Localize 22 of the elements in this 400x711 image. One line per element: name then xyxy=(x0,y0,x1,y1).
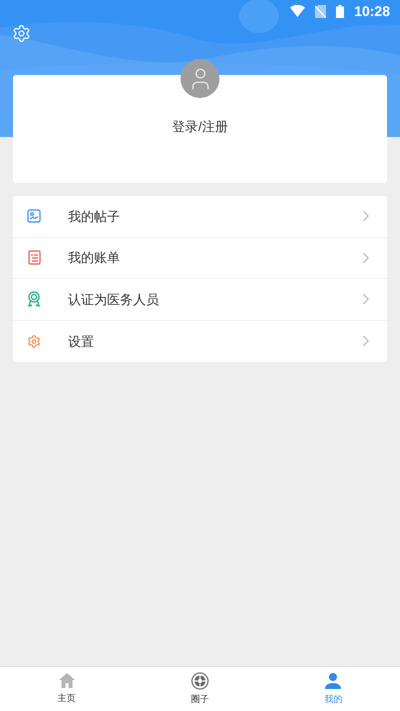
tab-item[interactable]: 主页 xyxy=(0,667,134,711)
document-icon xyxy=(28,250,40,266)
tab-item[interactable]: 圈子 xyxy=(133,667,267,711)
menu-item[interactable]: 认证为医务人员 xyxy=(13,279,387,320)
menu-item[interactable]: 设置 xyxy=(13,320,387,362)
aperture-icon xyxy=(190,672,209,690)
settings-icon xyxy=(12,24,31,43)
medal-icon xyxy=(27,291,41,308)
tab-item[interactable]: 我的 xyxy=(266,667,400,711)
menu-item[interactable]: 我的账单 xyxy=(13,238,387,279)
avatar[interactable] xyxy=(180,59,220,98)
status-time: 10:28 xyxy=(354,2,390,20)
battery-icon xyxy=(336,4,344,18)
gear-icon xyxy=(27,334,41,349)
login-link[interactable]: 登录/注册 xyxy=(172,117,228,137)
picture-frame-icon xyxy=(27,209,41,224)
menu-item[interactable]: 我的帖子 xyxy=(13,196,387,238)
home-icon xyxy=(58,672,76,690)
person-icon xyxy=(324,672,342,690)
wifi-icon xyxy=(290,5,306,17)
settings-button[interactable] xyxy=(12,24,31,43)
no-sim-icon xyxy=(315,4,326,18)
